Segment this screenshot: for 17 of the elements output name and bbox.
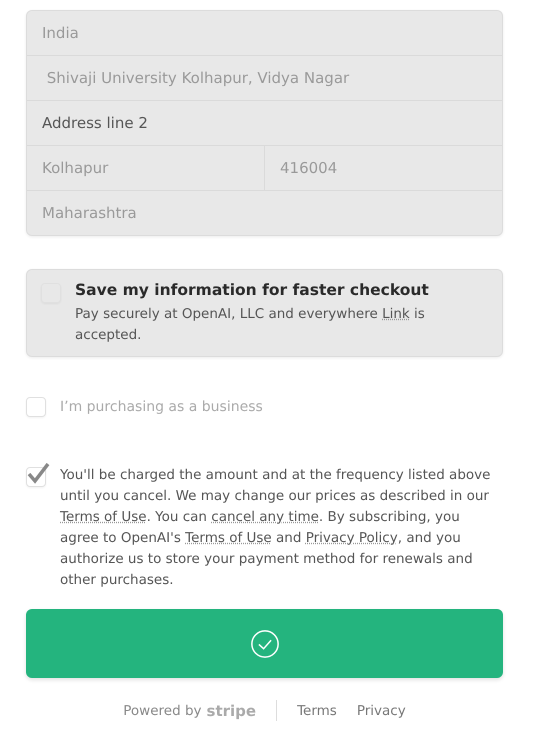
link[interactable]: Link (382, 306, 410, 322)
footer-link[interactable]: Privacy (356, 702, 406, 718)
save-info-description: Pay securely at OpenAI, LLC and everywhere Link is accepted. (75, 305, 426, 345)
check-circle-icon (250, 628, 280, 658)
input-field[interactable]: Address line 2 (27, 101, 502, 145)
link[interactable]: cancel any time (211, 509, 319, 525)
link[interactable]: Terms of Use (60, 509, 147, 525)
link[interactable]: Privacy Policy (306, 530, 398, 546)
footer-link[interactable]: Terms (297, 702, 337, 718)
save-info-title: Save my information for faster checkout (75, 281, 430, 299)
checkbox[interactable] (26, 462, 50, 488)
terms-text: You'll be charged the amount and at the frequency listed above until you cancel. We may change our prices as described in our Terms of Use. You can cancel any time. By subscribing, you agree to OpenAI's Terms of Use and Privacy Policy, and you authorize us to store your payment method for renewals and other purchases. (60, 466, 492, 590)
stripe-logo[interactable]: stripe (206, 702, 256, 720)
powered-by-text: Powered by (123, 702, 202, 718)
link[interactable]: Terms of Use (185, 530, 272, 546)
checkbox-label: I’m purchasing as a business (60, 399, 263, 415)
subscribe-button[interactable] (26, 609, 503, 678)
